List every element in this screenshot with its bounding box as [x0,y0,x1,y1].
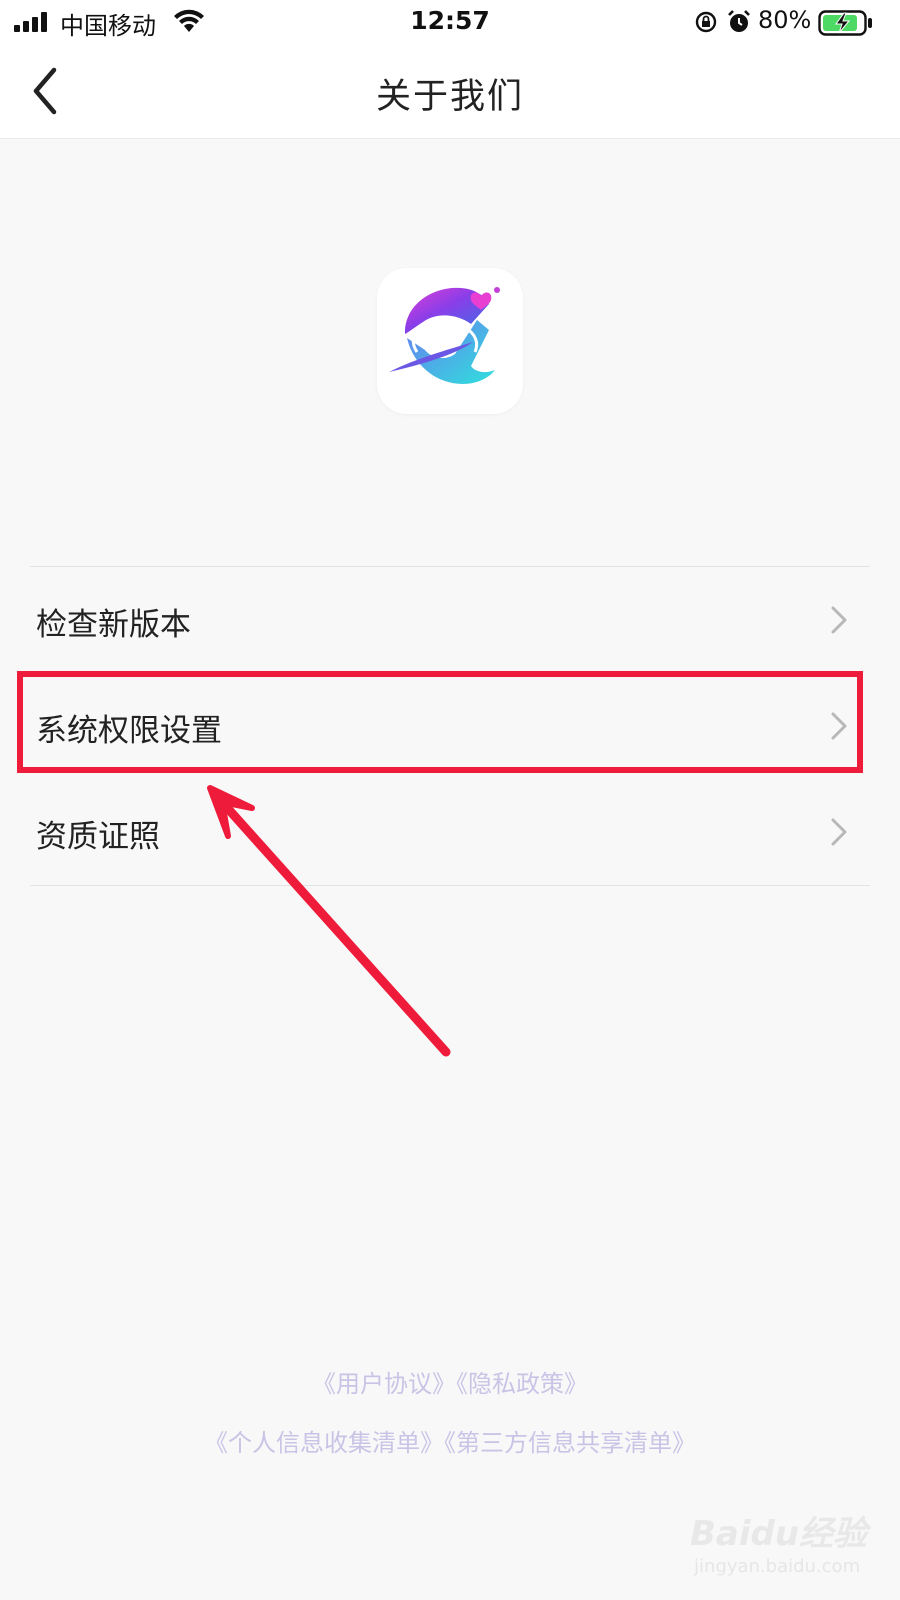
battery-charging-icon [818,10,872,36]
watermark-url: jingyan.baidu.com [694,1556,861,1577]
app-logo-icon [389,287,500,384]
third-party-sharing-list-link[interactable]: 《第三方信息共享清单》 [444,1429,696,1457]
footer-links-row-2: 《个人信息收集清单》《第三方信息共享清单》 [0,1423,900,1458]
page-title: 关于我们 [375,77,524,117]
system-permission-settings-label: 系统权限设置 [36,713,222,749]
check-update-item[interactable]: 检查新版本 [30,567,870,673]
watermark-brand: Baidu经验 [690,1514,868,1554]
rotation-lock-icon [695,11,717,33]
app-logo [377,268,523,414]
qualification-license-item[interactable]: 资质证照 [30,779,870,885]
battery-percentage: 80% [758,6,812,34]
list-bottom-divider [30,885,870,886]
privacy-policy-link[interactable]: 《隐私政策》 [456,1370,588,1398]
check-update-label: 检查新版本 [36,607,191,643]
status-bar: 中国移动 12:57 80% [0,0,900,44]
chevron-right-icon [831,606,847,634]
footer-links-row-1: 《用户协议》《隐私政策》 [0,1364,900,1399]
chevron-right-icon [831,712,847,740]
user-agreement-link[interactable]: 《用户协议》 [312,1370,456,1398]
chevron-right-icon [831,818,847,846]
qualification-license-label: 资质证照 [36,819,160,855]
baidu-watermark: Baidu经验 jingyan.baidu.com [690,1506,890,1586]
navigation-bar: 关于我们 [0,44,900,139]
personal-info-list-link[interactable]: 《个人信息收集清单》 [204,1429,444,1457]
alarm-icon [728,10,750,32]
system-permission-settings-item[interactable]: 系统权限设置 [30,673,870,779]
version-text-faded: ​ [0,443,900,478]
